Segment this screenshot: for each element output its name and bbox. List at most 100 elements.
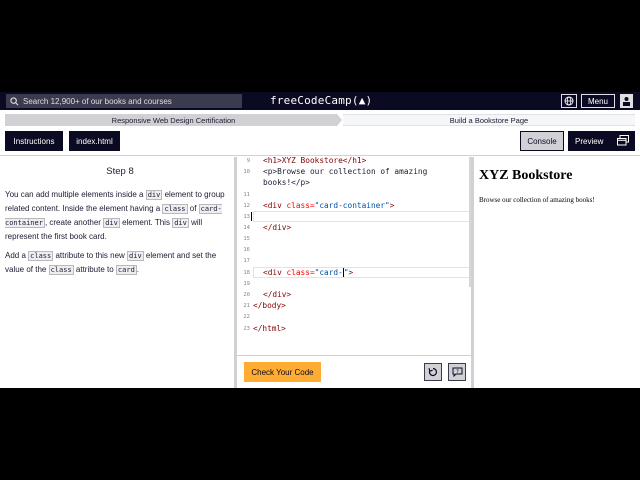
instruction-paragraph-2: Add a class attribute to this new div el… xyxy=(5,249,229,277)
line-number: 15 xyxy=(243,235,250,242)
code-line: 22 xyxy=(237,311,472,322)
line-number: 20 xyxy=(243,291,250,298)
inline-code: div xyxy=(172,218,189,228)
code-text: <div class="card-container"> xyxy=(263,201,394,210)
user-icon xyxy=(623,97,630,106)
text: , create another xyxy=(44,218,104,227)
text: Add a xyxy=(5,251,29,260)
preview-paragraph: Browse our collection of amazing books! xyxy=(479,196,595,204)
line-number: 17 xyxy=(243,257,250,264)
line-number: 21 xyxy=(243,302,250,309)
instruction-paragraph-1: You can add multiple elements inside a d… xyxy=(5,188,229,243)
tab-instructions[interactable]: Instructions xyxy=(5,131,63,151)
code-text: books!</p> xyxy=(263,178,310,187)
inline-code: div xyxy=(127,251,144,261)
breadcrumb: Responsive Web Design Certification Buil… xyxy=(0,110,640,130)
code-token: books!</p> xyxy=(263,178,310,188)
text: element. This xyxy=(119,218,173,227)
code-line: 23 </html> xyxy=(237,323,472,334)
code-line: 11 xyxy=(237,189,472,200)
preview-panel: XYZ Bookstore Browse our collection of a… xyxy=(474,157,640,388)
code-line: 19 xyxy=(237,278,472,289)
inline-code: div xyxy=(103,218,120,228)
code-editor[interactable]: 9 <h1>XYZ Bookstore</h1> 10 <p>Browse our … xyxy=(237,157,472,355)
inline-code: class xyxy=(48,265,74,275)
tab-index-html[interactable]: index.html xyxy=(69,131,120,151)
step-title: Step 8 xyxy=(106,166,134,177)
instructions-panel: Step 8 You can add multiple elements ins… xyxy=(0,157,234,388)
line-number: 23 xyxy=(243,325,250,332)
search-placeholder: Search 12,900+ of our books and courses xyxy=(23,96,172,106)
code-line: 20 </div> xyxy=(237,289,472,300)
code-token: </html> xyxy=(253,324,286,334)
code-text: </html> xyxy=(253,324,286,333)
help-icon: ? xyxy=(452,367,462,377)
brand-flame-icon: (▲) xyxy=(351,94,373,107)
search-icon xyxy=(10,96,19,105)
code-token: </div> xyxy=(263,290,292,300)
editor-action-bar: Check Your Code ? xyxy=(237,355,473,388)
code-token: <div xyxy=(263,201,282,211)
code-line: 16 xyxy=(237,244,472,255)
code-line: 17 xyxy=(237,255,472,266)
check-your-code-button[interactable]: Check Your Code xyxy=(244,362,321,382)
code-token: <div xyxy=(263,267,282,277)
code-line: 12 <div class="card-container"> xyxy=(237,200,472,211)
brand-text: freeCodeCamp xyxy=(270,94,352,107)
code-line: 10 <p>Browse our collection of amazing xyxy=(237,166,472,177)
line-number: 16 xyxy=(243,246,250,253)
fcc-editor-screen: Search 12,900+ of our books and courses … xyxy=(0,92,640,388)
line-number: 10 xyxy=(243,168,250,175)
inline-code: div xyxy=(145,190,163,200)
code-text: <h1>XYZ Bookstore</h1> xyxy=(263,157,366,165)
line-number: 12 xyxy=(243,202,250,209)
code-token: > xyxy=(348,267,354,277)
language-button[interactable] xyxy=(561,94,577,108)
code-line: 14 </div> xyxy=(237,222,472,233)
code-token: <p>Browse our collection of amazing xyxy=(263,167,428,177)
code-text: </body> xyxy=(253,301,286,310)
reset-icon xyxy=(428,367,438,377)
console-button[interactable]: Console xyxy=(520,131,564,151)
line-number: 13 xyxy=(243,213,250,220)
line-number: 18 xyxy=(243,269,250,276)
code-text xyxy=(251,212,252,222)
code-line: 13 xyxy=(237,211,472,222)
inline-code: class xyxy=(162,204,188,214)
code-token: "card- xyxy=(314,267,343,277)
line-number: 9 xyxy=(246,157,250,164)
breadcrumb-project[interactable]: Build a Bookstore Page xyxy=(343,114,635,126)
top-navigation: Search 12,900+ of our books and courses … xyxy=(0,92,640,110)
code-token: class= xyxy=(281,201,315,211)
text: attribute to this new xyxy=(53,251,128,260)
code-line: 18 <div class="card-"> xyxy=(237,267,472,278)
user-avatar[interactable] xyxy=(620,94,633,108)
breadcrumb-certification[interactable]: Responsive Web Design Certification xyxy=(5,114,342,126)
text: . xyxy=(136,265,140,274)
code-token: "card-container" xyxy=(314,201,390,211)
line-number: 11 xyxy=(243,191,250,198)
menu-button[interactable]: Menu xyxy=(581,94,615,108)
external-window-icon xyxy=(617,135,629,146)
code-token: > xyxy=(389,201,395,211)
line-number: 22 xyxy=(243,313,250,320)
text: You can add multiple elements inside a xyxy=(5,190,146,199)
code-token: </div> xyxy=(263,223,292,233)
code-line: 15 xyxy=(237,233,472,244)
help-button[interactable]: ? xyxy=(448,363,466,381)
fcc-logo[interactable]: freeCodeCamp(▲) xyxy=(270,94,372,107)
reset-button[interactable] xyxy=(424,363,442,381)
code-text: </div> xyxy=(263,290,291,299)
search-bar[interactable]: Search 12,900+ of our books and courses xyxy=(6,94,242,108)
text-cursor xyxy=(251,212,252,222)
preview-button[interactable]: Preview xyxy=(568,131,635,151)
code-line: books!</p> xyxy=(237,177,472,188)
code-text: </div> xyxy=(263,223,291,232)
line-number: 19 xyxy=(243,280,250,287)
code-text: <div class="card-"> xyxy=(263,268,353,278)
svg-text:?: ? xyxy=(456,369,459,375)
globe-icon xyxy=(564,96,574,106)
preview-heading: XYZ Bookstore xyxy=(479,168,573,183)
text: of xyxy=(187,204,199,213)
preview-label: Preview xyxy=(575,136,604,146)
